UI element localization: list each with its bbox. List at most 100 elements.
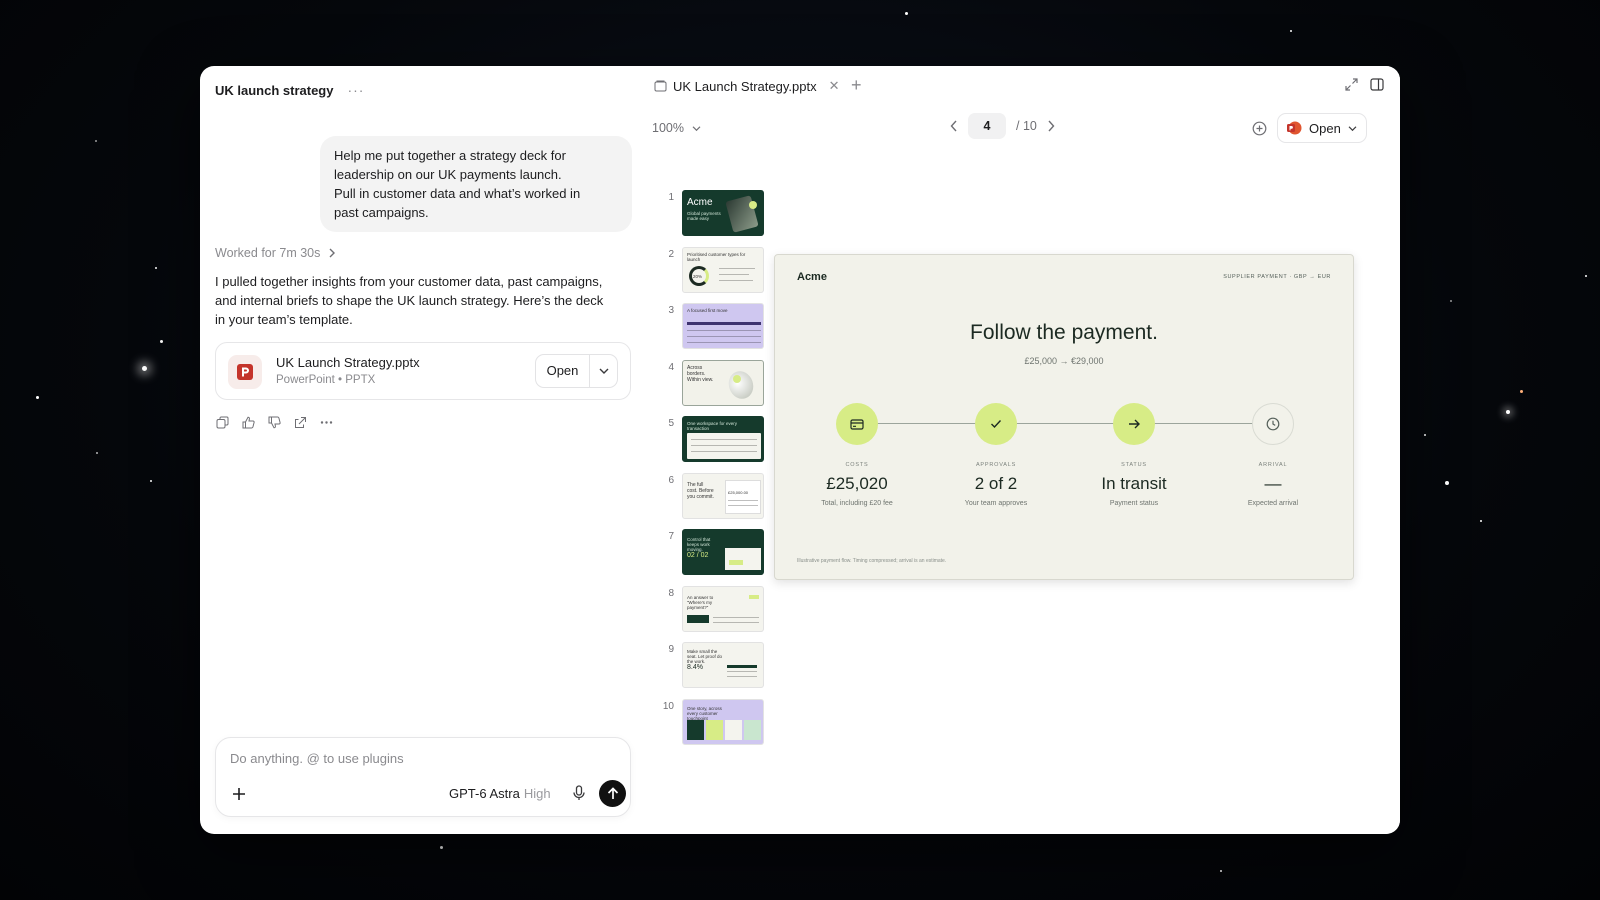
thumbnail-bar xyxy=(687,322,761,325)
thumbnail-number: 3 xyxy=(668,305,674,316)
open-options-button[interactable] xyxy=(590,367,617,375)
thumbnail-line xyxy=(728,504,758,506)
model-effort: High xyxy=(523,786,551,801)
thumbnail-caption: Global payments made easy xyxy=(687,211,721,221)
slide-thumbnail-9[interactable]: Make small the seat. Let proof do the wo… xyxy=(682,642,764,688)
thumbnail-panel xyxy=(725,548,761,570)
step-description: Payment status xyxy=(1109,500,1159,507)
slide-thumbnail-4[interactable]: Across borders. Within view. xyxy=(682,359,764,406)
thumbnail-line xyxy=(687,330,761,331)
tab-uk-launch-strategy[interactable]: UK Launch Strategy.pptx ✕ xyxy=(650,74,843,98)
composer: GPT-6 AstraHigh xyxy=(215,737,631,817)
progress-track xyxy=(857,423,1273,424)
assistant-reply: I pulled together insights from your cus… xyxy=(215,274,604,327)
worked-for-toggle[interactable]: Worked for 7m 30s xyxy=(215,246,336,260)
thumbnail-number: 10 xyxy=(662,700,674,712)
expand-icon[interactable] xyxy=(1345,78,1358,91)
slide-thumbnail-10[interactable]: One story, across every customer touchpo… xyxy=(682,698,764,745)
thumbnail-title: Across borders. Within view. xyxy=(687,364,714,383)
slide-subtitle: £25,000 → €29,000 xyxy=(1024,356,1104,366)
slide-thumbnail-1[interactable]: Acme Global payments made easy xyxy=(682,190,764,236)
send-button[interactable] xyxy=(599,780,626,807)
thumbnail-tile-dark xyxy=(687,719,704,740)
microphone-icon[interactable] xyxy=(572,785,586,801)
more-actions-icon[interactable] xyxy=(319,415,333,429)
file-meta: PowerPoint • PPTX xyxy=(276,374,376,386)
chevron-down-icon xyxy=(599,368,608,374)
step-value: £25,020 xyxy=(826,474,888,493)
thumbnail-number: 5 xyxy=(668,418,674,429)
slide-thumbnail-2[interactable]: Prioritised customer types for launch 20… xyxy=(682,246,764,293)
step-value: 2 of 2 xyxy=(974,474,1018,493)
thumbnail-number: 7 xyxy=(668,531,674,542)
slide-brand: Acme xyxy=(797,271,827,283)
thumbnail-line xyxy=(687,342,761,343)
prompt-input[interactable] xyxy=(230,748,610,768)
close-tab-icon[interactable]: ✕ xyxy=(829,78,840,94)
page-navigator: / 10 xyxy=(950,113,1055,139)
open-in-app-button[interactable]: Open xyxy=(1277,113,1367,143)
thumbnail-number: 8 xyxy=(668,587,674,599)
sidebar-toggle-icon[interactable] xyxy=(1370,78,1384,91)
thumbnail-line xyxy=(719,273,749,275)
open-in-app-label: Open xyxy=(1309,120,1341,136)
powerpoint-icon xyxy=(228,355,262,389)
add-attachment-icon[interactable] xyxy=(230,785,248,803)
more-options-icon[interactable]: ··· xyxy=(347,82,364,98)
thumbnail-line xyxy=(713,616,759,618)
zoom-selector[interactable]: 100% xyxy=(652,121,701,135)
thumbnail-number: 1 xyxy=(668,192,674,203)
slide-thumbnail-7[interactable]: Control that keeps work moving. 02 / 02 xyxy=(682,529,764,575)
thumbnail-bar xyxy=(727,665,757,668)
thumbs-down-icon[interactable] xyxy=(267,415,281,429)
chevron-right-icon xyxy=(329,248,336,258)
thumbnail-line xyxy=(687,336,761,337)
page-number-input[interactable] xyxy=(968,113,1006,139)
share-icon[interactable] xyxy=(293,415,307,429)
thumbnail-tile-green xyxy=(706,719,723,740)
arrow-right-icon xyxy=(1113,403,1155,445)
slide-thumbnail-8[interactable]: An answer to “Where’s my payment?” xyxy=(682,585,764,632)
thumbnail-line xyxy=(719,267,755,269)
thumbnail-coin-art xyxy=(724,367,758,402)
slide-tag: SUPPLIER PAYMENT · GBP → EUR xyxy=(1223,274,1331,280)
thumbnail-title: One workspace for every transaction xyxy=(687,421,738,431)
thumbnail-line xyxy=(691,445,757,446)
open-file-button[interactable]: Open xyxy=(536,355,590,387)
model-name: GPT-6 Astra xyxy=(449,786,520,801)
new-tab-icon[interactable]: + xyxy=(851,76,862,94)
thumbs-up-icon[interactable] xyxy=(241,415,255,429)
step-arrival: ARRIVAL — Expected arrival xyxy=(1213,403,1333,507)
step-description: Total, including £20 fee xyxy=(821,500,893,507)
copy-icon[interactable] xyxy=(215,415,229,429)
model-selector[interactable]: GPT-6 Astra High xyxy=(449,786,551,801)
zoom-level: 100% xyxy=(652,121,684,135)
arrow-up-icon xyxy=(607,787,618,799)
step-caption: APPROVALS xyxy=(975,462,1017,468)
slide-thumbnail-6[interactable]: The full cost. Before you commit. £25,00… xyxy=(682,472,764,519)
worked-for-label: Worked for 7m 30s xyxy=(215,246,321,260)
user-message: Help me put together a strategy deck for… xyxy=(320,136,632,232)
thumbnail-line xyxy=(691,439,757,440)
slide-thumbnail-5[interactable]: One workspace for every transaction xyxy=(682,416,764,462)
thumbnail-number: 9 xyxy=(668,644,674,655)
next-page-icon[interactable] xyxy=(1047,120,1055,132)
current-slide[interactable]: Acme SUPPLIER PAYMENT · GBP → EUR Follow… xyxy=(774,254,1354,580)
step-value: — xyxy=(1264,474,1282,493)
thumbnail-line xyxy=(727,671,757,672)
thumbnail-title: A focused first move xyxy=(687,308,728,313)
file-attachment-card[interactable]: UK Launch Strategy.pptx PowerPoint • PPT… xyxy=(215,342,631,400)
add-comment-icon[interactable] xyxy=(1252,121,1267,136)
previous-page-icon[interactable] xyxy=(950,120,958,132)
card-icon xyxy=(836,403,878,445)
thumbnail-number: 2 xyxy=(668,248,674,260)
thumbnail-caption: 8.4% xyxy=(687,664,703,671)
thumbnail-caption: 20% xyxy=(693,273,703,279)
thumbnail-caption: £25,000.00 xyxy=(728,489,749,495)
slide-thumbnail-3[interactable]: A focused first move xyxy=(682,303,764,349)
step-value: In transit xyxy=(1101,474,1167,493)
slide-title: Follow the payment. xyxy=(970,321,1158,344)
thumbnail-title: An answer to “Where’s my payment?” xyxy=(687,594,714,610)
slides-icon xyxy=(654,80,667,92)
thumbnail-title: Make small the seat. Let proof do the wo… xyxy=(687,649,723,664)
